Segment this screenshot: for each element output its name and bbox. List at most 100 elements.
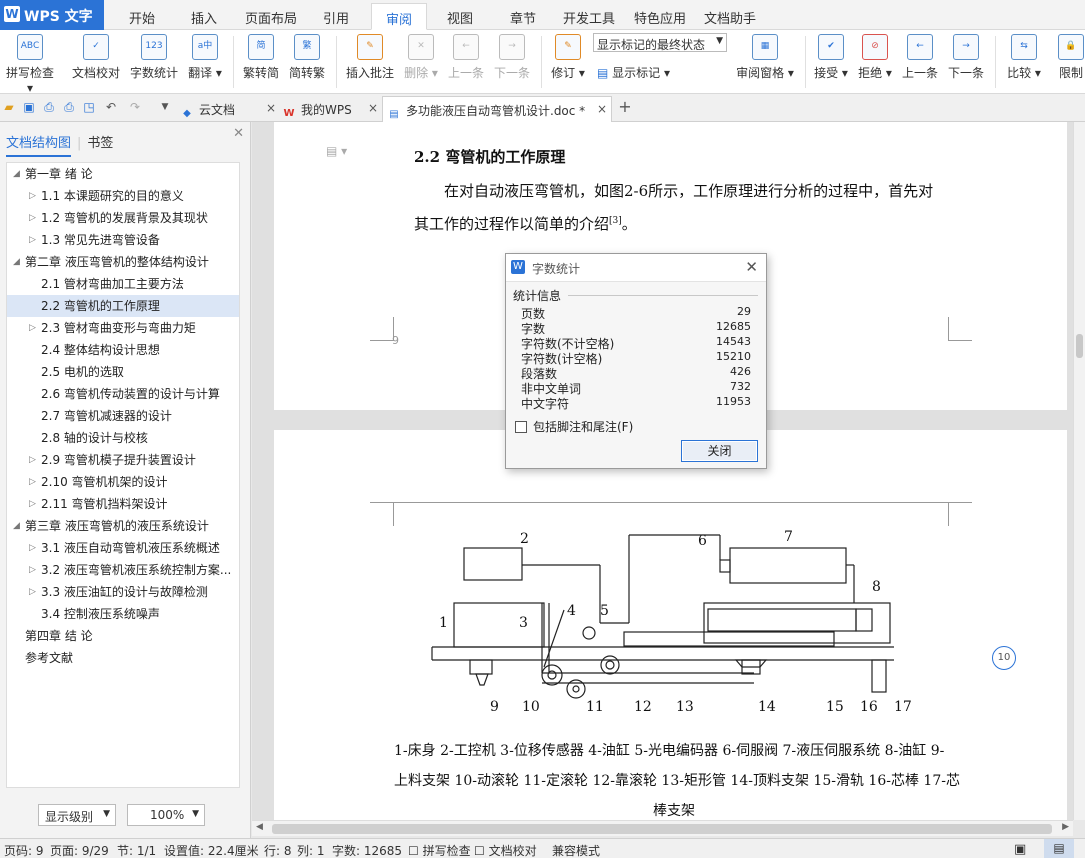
tab-my-wps[interactable]: W 我的WPS ×: [282, 96, 382, 122]
outline-item[interactable]: ▷ 1.3 常见先进弯管设备: [7, 229, 239, 251]
outline-item[interactable]: ▷ 3.2 液压弯管机液压系统控制方案...: [7, 559, 239, 581]
status-page[interactable]: 页面: 9/29: [50, 842, 109, 858]
accept-button[interactable]: ✔ 接受 ▾: [812, 34, 850, 81]
reject-button[interactable]: ⊘ 拒绝 ▾: [856, 34, 894, 81]
outline-item[interactable]: ▷ 1.2 弯管机的发展背景及其现状: [7, 207, 239, 229]
menu-tab-developer[interactable]: 开发工具: [563, 8, 615, 27]
outline-item[interactable]: 3.4 控制液压系统噪声: [7, 603, 239, 625]
outline-item[interactable]: 2.6 弯管机传动装置的设计与计算: [7, 383, 239, 405]
outline-level-select[interactable]: 显示级别 ▼: [38, 804, 116, 826]
expand-icon[interactable]: ▷: [29, 229, 36, 251]
expand-icon[interactable]: ▷: [29, 471, 36, 493]
outline-item[interactable]: ▷ 2.9 弯管机模子提升装置设计: [7, 449, 239, 471]
dialog-titlebar[interactable]: W 字数统计 ✕: [506, 254, 766, 282]
markup-state-select[interactable]: 显示标记的最终状态 ▼: [593, 33, 727, 52]
menu-tab-chapter[interactable]: 章节: [510, 8, 536, 27]
expand-icon[interactable]: ▷: [29, 207, 36, 229]
restrict-button[interactable]: 🔒 限制: [1057, 34, 1085, 81]
document-canvas[interactable]: ▤ ▾ 2.2 弯管机的工作原理 在对自动液压弯管机，如图2-6所示，工作原理进…: [252, 122, 1073, 820]
menu-tab-references[interactable]: 引用: [323, 8, 349, 27]
expand-icon[interactable]: ▷: [29, 493, 36, 515]
word-count-button[interactable]: 123 字数统计: [128, 34, 180, 81]
close-button[interactable]: 关闭: [681, 440, 758, 462]
status-doc-proof[interactable]: ☐ 文档校对: [474, 842, 537, 858]
prev-comment-button[interactable]: ← 上一条: [446, 34, 486, 81]
tab-bookmarks[interactable]: 书签: [87, 136, 113, 151]
open-folder-icon[interactable]: ▰: [2, 100, 16, 114]
tab-outline[interactable]: 文档结构图: [6, 136, 72, 157]
page-view-icon[interactable]: ▤: [1044, 839, 1074, 858]
outline-item[interactable]: 第四章 结 论: [7, 625, 239, 647]
scroll-thumb[interactable]: [1076, 334, 1083, 358]
menu-tab-home[interactable]: 开始: [129, 8, 155, 27]
expand-icon[interactable]: ▷: [29, 559, 36, 581]
reading-mode-icon[interactable]: ▣: [1014, 842, 1026, 857]
include-footnotes-checkbox[interactable]: 包括脚注和尾注(F): [515, 418, 633, 435]
next-change-button[interactable]: → 下一条: [946, 34, 986, 81]
undo-icon[interactable]: ↶: [104, 100, 118, 114]
next-comment-button[interactable]: → 下一条: [492, 34, 532, 81]
app-menu-button[interactable]: WWPS 文字▼: [0, 0, 104, 41]
outline-item[interactable]: 参考文献: [7, 647, 239, 669]
outline-item[interactable]: ▷ 2.10 弯管机机架的设计: [7, 471, 239, 493]
scroll-thumb[interactable]: [272, 824, 1052, 834]
redo-icon[interactable]: ↷: [128, 100, 142, 114]
outline-item[interactable]: 2.2 弯管机的工作原理: [7, 295, 239, 317]
menu-tab-view[interactable]: 视图: [447, 8, 473, 27]
outline-item[interactable]: ▷ 2.3 管材弯曲变形与弯曲力矩: [7, 317, 239, 339]
delete-comment-button[interactable]: ✕ 删除 ▾: [402, 34, 440, 81]
menu-tab-review[interactable]: 审阅: [371, 3, 428, 30]
outline-item[interactable]: ◢ 第一章 绪 论: [7, 163, 239, 185]
compare-button[interactable]: ⇆ 比较 ▾: [1005, 34, 1043, 81]
export-pdf-icon[interactable]: ⎙: [42, 100, 56, 114]
prev-change-button[interactable]: ← 上一条: [900, 34, 940, 81]
collapse-icon[interactable]: ◢: [13, 251, 20, 273]
checkbox-icon[interactable]: [515, 421, 527, 433]
tab-document[interactable]: ▤ 多功能液压自动弯管机设计.doc * ×: [382, 96, 612, 122]
paragraph-marker-icon[interactable]: ▤ ▾: [326, 144, 347, 158]
collapse-icon[interactable]: ◢: [13, 163, 20, 185]
print-preview-icon[interactable]: ◳: [82, 100, 96, 114]
outline-zoom-select[interactable]: 100% ▼: [127, 804, 205, 826]
expand-icon[interactable]: ▷: [29, 581, 36, 603]
status-wordcount[interactable]: 字数: 12685: [332, 842, 402, 858]
menu-tab-insert[interactable]: 插入: [191, 8, 217, 27]
outline-item[interactable]: ▷ 2.11 弯管机挡料架设计: [7, 493, 239, 515]
outline-item[interactable]: 2.5 电机的选取: [7, 361, 239, 383]
print-icon[interactable]: ⎙: [62, 100, 76, 114]
close-icon[interactable]: ×: [266, 101, 276, 115]
translate-button[interactable]: a中 翻译 ▾: [186, 34, 224, 81]
close-icon[interactable]: ✕: [745, 258, 758, 276]
new-tab-icon[interactable]: +: [618, 99, 632, 115]
outline-item[interactable]: ▷ 1.1 本课题研究的目的意义: [7, 185, 239, 207]
save-icon[interactable]: ▣: [22, 100, 36, 114]
chevron-down-icon[interactable]: ▼: [158, 100, 172, 114]
close-icon[interactable]: ✕: [233, 126, 244, 141]
vertical-scrollbar[interactable]: [1073, 122, 1085, 820]
outline-item[interactable]: ◢ 第三章 液压弯管机的液压系统设计: [7, 515, 239, 537]
close-icon[interactable]: ×: [597, 102, 607, 116]
menu-tab-doc-assistant[interactable]: 文档助手: [704, 8, 756, 27]
doc-proof-button[interactable]: ✓ 文档校对: [70, 34, 122, 81]
trad-to-simp-button[interactable]: 简繁转简: [241, 34, 281, 81]
insert-comment-button[interactable]: ✎ 插入批注: [344, 34, 396, 81]
horizontal-scrollbar[interactable]: ◀ ▶: [252, 820, 1073, 836]
menu-tab-features[interactable]: 特色应用: [634, 8, 686, 27]
outline-item[interactable]: ▷ 3.3 液压油缸的设计与故障检测: [7, 581, 239, 603]
review-pane-button[interactable]: ▦ 审阅窗格 ▾: [734, 34, 796, 81]
outline-item[interactable]: 2.8 轴的设计与校核: [7, 427, 239, 449]
expand-icon[interactable]: ▷: [29, 185, 36, 207]
revise-button[interactable]: ✎ 修订 ▾: [549, 34, 587, 81]
outline-item[interactable]: ▷ 3.1 液压自动弯管机液压系统概述: [7, 537, 239, 559]
expand-icon[interactable]: ▷: [29, 449, 36, 471]
simp-to-trad-button[interactable]: 繁简转繁: [287, 34, 327, 81]
scroll-right-icon[interactable]: ▶: [1062, 822, 1069, 832]
outline-item[interactable]: 2.4 整体结构设计思想: [7, 339, 239, 361]
outline-item[interactable]: 2.7 弯管机减速器的设计: [7, 405, 239, 427]
outline-item[interactable]: 2.1 管材弯曲加工主要方法: [7, 273, 239, 295]
scroll-left-icon[interactable]: ◀: [256, 822, 263, 832]
show-markup-button[interactable]: ▤ 显示标记 ▾: [597, 64, 670, 81]
spell-check-button[interactable]: ABC 拼写检查 ▾: [4, 34, 56, 95]
menu-tab-layout[interactable]: 页面布局: [245, 8, 297, 27]
close-icon[interactable]: ×: [368, 101, 378, 115]
